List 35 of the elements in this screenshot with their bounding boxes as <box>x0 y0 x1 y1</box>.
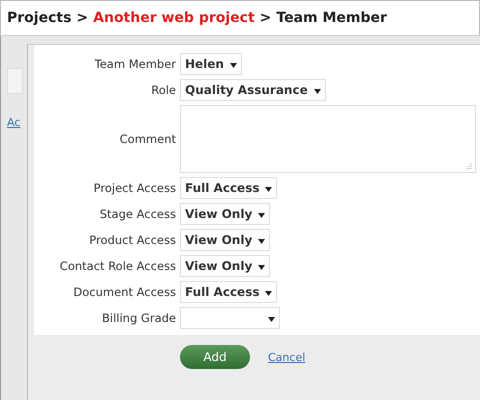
background-link[interactable]: Ac <box>7 116 21 129</box>
field-label: Comment <box>118 132 176 146</box>
caret-icon <box>268 317 275 322</box>
caret-icon <box>258 213 266 218</box>
dropdown[interactable]: View Only <box>180 203 270 225</box>
breadcrumb-separator: > <box>76 10 88 26</box>
dropdown[interactable]: Helen <box>180 53 242 75</box>
comment-field[interactable] <box>180 105 476 173</box>
add-button[interactable]: Add <box>180 345 250 369</box>
breadcrumb-item[interactable]: Team Member <box>276 10 387 26</box>
dropdown[interactable]: Full Access <box>180 281 278 303</box>
field-label: Billing Grade <box>101 311 176 325</box>
field-label: Role <box>150 83 176 97</box>
field-label: Product Access <box>88 233 176 247</box>
field-label: Stage Access <box>98 207 176 221</box>
breadcrumb-item[interactable]: Projects <box>7 10 72 26</box>
field-label: Document Access <box>72 285 176 299</box>
caret-icon <box>314 89 321 94</box>
dropdown[interactable]: View Only <box>180 229 270 251</box>
field-label: Team Member <box>94 57 176 71</box>
caret-icon <box>265 187 272 192</box>
caret-icon <box>258 239 266 244</box>
resize-grip-icon <box>466 163 472 169</box>
dropdown[interactable]: Quality Assurance <box>180 79 326 101</box>
dropdown[interactable]: Full Access <box>180 177 278 199</box>
field-label: Project Access <box>92 181 176 195</box>
dropdown[interactable] <box>180 307 280 329</box>
breadcrumb-item[interactable]: Another web project <box>93 10 255 26</box>
dropdown[interactable]: View Only <box>180 255 270 277</box>
field-label: Contact Role Access <box>58 259 176 273</box>
breadcrumb-separator: > <box>260 10 272 26</box>
caret-icon <box>258 265 266 270</box>
caret-icon <box>230 63 237 68</box>
cancel-link[interactable]: Cancel <box>268 350 306 364</box>
caret-icon <box>265 291 272 296</box>
